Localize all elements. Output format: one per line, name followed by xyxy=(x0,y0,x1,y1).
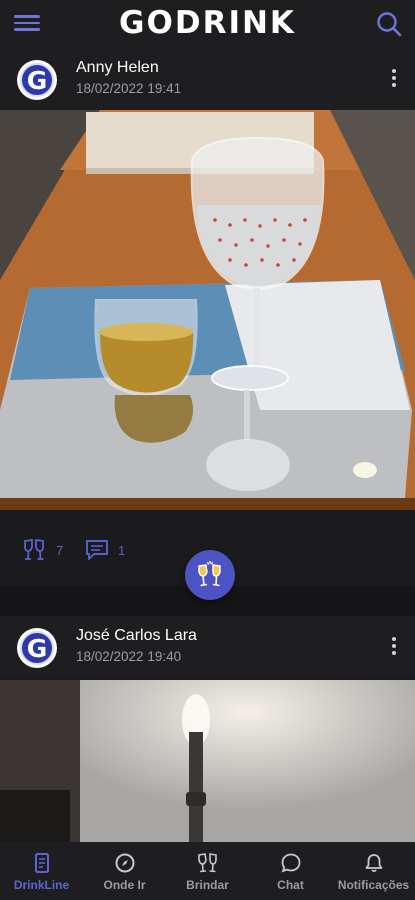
avatar[interactable]: G xyxy=(17,60,57,100)
post-photo[interactable] xyxy=(0,110,415,510)
search-icon[interactable] xyxy=(375,10,403,38)
post-header: G José Carlos Lara 18/02/2022 19:40 xyxy=(0,616,415,678)
nav-drinkline[interactable]: DrinkLine xyxy=(0,842,83,900)
nav-notificacoes[interactable]: Notificações xyxy=(332,842,415,900)
toast-fab-button[interactable] xyxy=(185,550,235,600)
more-options-icon[interactable] xyxy=(387,634,401,660)
toast-glasses-icon xyxy=(197,853,217,873)
nav-onde-ir[interactable]: Onde Ir xyxy=(83,842,166,900)
comment-icon xyxy=(86,540,108,560)
more-options-icon[interactable] xyxy=(387,66,401,92)
bottom-navigation: DrinkLine Onde Ir Brindar Chat Notificaç… xyxy=(0,842,415,900)
post-photo-illustration xyxy=(0,680,415,842)
nav-label: Notificações xyxy=(337,878,410,892)
feed-icon xyxy=(34,853,49,873)
top-app-bar: GODRINK xyxy=(0,0,415,48)
nav-label: Brindar xyxy=(186,878,229,892)
post-photo-illustration xyxy=(0,110,415,510)
nav-chat[interactable]: Chat xyxy=(249,842,332,900)
post-author[interactable]: Anny Helen xyxy=(76,59,159,77)
post-photo[interactable] xyxy=(0,680,415,842)
post-date: 18/02/2022 19:40 xyxy=(76,649,182,664)
compass-icon xyxy=(115,853,134,873)
cheers-count: 7 xyxy=(56,542,64,558)
chat-bubble-icon xyxy=(281,853,300,873)
nav-brindar[interactable]: Brindar xyxy=(166,842,249,900)
comments-count: 1 xyxy=(118,542,126,558)
comments-counter[interactable]: 1 xyxy=(84,538,125,562)
avatar[interactable]: G xyxy=(17,628,57,668)
nav-label: Onde Ir xyxy=(103,878,146,892)
nav-label: Chat xyxy=(277,878,304,892)
bell-icon xyxy=(365,854,382,873)
post-date: 18/02/2022 19:41 xyxy=(76,81,182,96)
app-brand-title: GODRINK xyxy=(119,5,296,41)
post-header: G Anny Helen 18/02/2022 19:41 xyxy=(0,48,415,110)
post-author[interactable]: José Carlos Lara xyxy=(76,627,197,645)
toast-glasses-icon xyxy=(198,561,221,587)
cheers-counter[interactable]: 7 xyxy=(22,538,63,562)
toast-glasses-icon xyxy=(24,538,44,560)
nav-label: DrinkLine xyxy=(13,878,70,892)
